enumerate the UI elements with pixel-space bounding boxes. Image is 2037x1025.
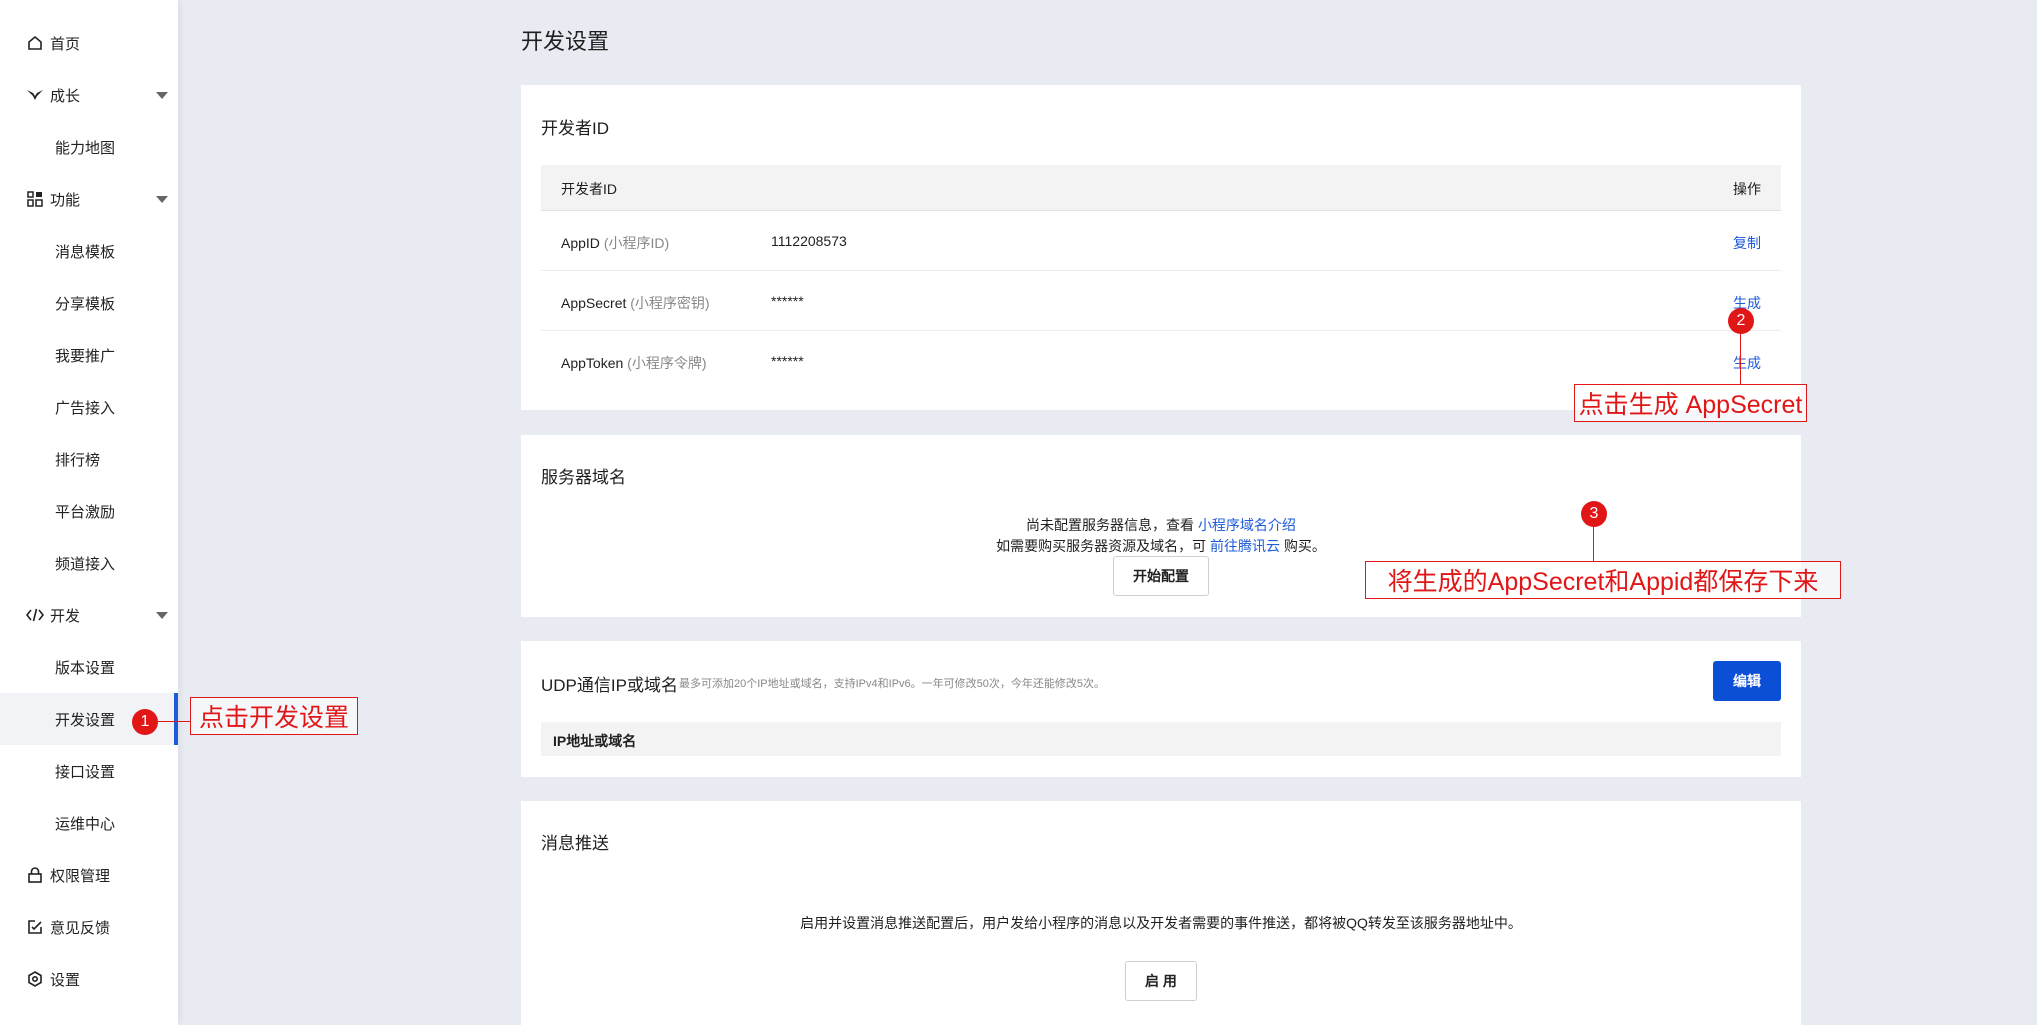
card-title: 消息推送: [541, 834, 609, 853]
sidebar-item-version-settings[interactable]: 版本设置: [0, 641, 178, 693]
column-header: 操作: [1733, 181, 1761, 197]
sidebar-item-label: 开发设置: [55, 711, 116, 729]
sidebar-item-label: 意见反馈: [50, 919, 111, 937]
sidebar-item-promotion[interactable]: 我要推广: [0, 329, 178, 381]
annotation-label: 将生成的AppSecret和Appid都保存下来: [1365, 561, 1841, 599]
row-value: ******: [771, 353, 804, 369]
code-icon: [26, 606, 44, 624]
tencent-cloud-link[interactable]: 前往腾讯云: [1210, 538, 1280, 554]
row-value: 1112208573: [771, 233, 847, 249]
annotation-line: [1740, 334, 1741, 384]
push-description: 启用并设置消息推送配置后，用户发给小程序的消息以及开发者需要的事件推送，都将被Q…: [800, 915, 1522, 931]
copy-button[interactable]: 复制: [1733, 233, 1761, 253]
sidebar-item-settings[interactable]: 设置: [0, 953, 178, 1005]
sidebar-item-label: 成长: [50, 87, 81, 105]
sidebar-item-features[interactable]: 功能: [0, 173, 178, 225]
chevron-down-icon: [156, 91, 168, 99]
sidebar-item-label: 广告接入: [55, 399, 116, 417]
grid-icon: [26, 190, 44, 208]
sidebar-item-growth[interactable]: 成长: [0, 69, 178, 121]
sidebar-item-feedback[interactable]: 意见反馈: [0, 901, 178, 953]
sidebar-item-channel[interactable]: 频道接入: [0, 537, 178, 589]
sidebar: 首页 成长 能力地图 功能 消息模板 分享模板 我要推广 广告接入 排行榜 平台…: [0, 0, 178, 1025]
row-hint: (小程序令牌): [627, 355, 707, 371]
sidebar-item-label: 能力地图: [55, 139, 116, 157]
developer-id-card: 开发者ID 开发者ID 操作 AppID (小程序ID) 1112208573 …: [521, 85, 1801, 410]
table-row: AppSecret (小程序密钥) ****** 生成: [541, 271, 1781, 331]
sidebar-item-message-template[interactable]: 消息模板: [0, 225, 178, 277]
sidebar-item-label: 设置: [50, 971, 81, 989]
sidebar-item-permissions[interactable]: 权限管理: [0, 849, 178, 901]
sidebar-item-leaderboard[interactable]: 排行榜: [0, 433, 178, 485]
card-title: 开发者ID: [541, 119, 609, 138]
sidebar-item-home[interactable]: 首页: [0, 17, 178, 69]
card-title: UDP通信IP或域名: [541, 676, 678, 695]
annotation-marker: 3: [1581, 501, 1607, 527]
server-purchase-line: 如需要购买服务器资源及域名，可 前往腾讯云 购买。: [996, 538, 1326, 554]
sidebar-item-label: 平台激励: [55, 503, 116, 521]
annotation-marker: 2: [1728, 308, 1754, 334]
table-row: AppToken (小程序令牌) ****** 生成: [541, 331, 1781, 391]
growth-icon: [26, 86, 44, 104]
sidebar-item-label: 分享模板: [55, 295, 116, 313]
column-header: 开发者ID: [561, 181, 617, 197]
udp-card: UDP通信IP或域名 最多可添加20个IP地址或域名，支持IPv4和IPv6。一…: [521, 641, 1801, 777]
sidebar-item-label: 我要推广: [55, 347, 116, 365]
row-value: ******: [771, 293, 804, 309]
udp-note: 最多可添加20个IP地址或域名，支持IPv4和IPv6。一年可修改50次，今年还…: [679, 678, 1106, 690]
annotation-label: 点击开发设置: [190, 697, 358, 735]
column-header: IP地址或域名: [553, 733, 637, 749]
sidebar-item-label: 功能: [50, 191, 81, 209]
row-name: AppID: [561, 235, 600, 251]
sidebar-item-api-settings[interactable]: 接口设置: [0, 745, 178, 797]
annotation-line: [1593, 527, 1594, 561]
server-info-line: 尚未配置服务器信息，查看 小程序域名介绍: [1026, 517, 1296, 533]
sidebar-item-share-template[interactable]: 分享模板: [0, 277, 178, 329]
sidebar-item-label: 权限管理: [50, 867, 111, 885]
card-title: 服务器域名: [541, 468, 626, 487]
sidebar-item-label: 开发: [50, 607, 81, 625]
domain-intro-link[interactable]: 小程序域名介绍: [1198, 517, 1296, 533]
sidebar-item-label: 排行榜: [55, 451, 101, 469]
generate-token-button[interactable]: 生成: [1733, 353, 1761, 373]
sidebar-item-label: 版本设置: [55, 659, 116, 677]
row-hint: (小程序密钥): [630, 295, 710, 311]
edit-button[interactable]: 编辑: [1713, 661, 1781, 701]
sidebar-item-label: 首页: [50, 35, 81, 53]
lock-icon: [26, 866, 44, 884]
annotation-label: 点击生成 AppSecret: [1574, 384, 1807, 422]
sidebar-item-ads[interactable]: 广告接入: [0, 381, 178, 433]
settings-icon: [26, 970, 44, 988]
annotation-marker: 1: [132, 709, 158, 735]
table-row: AppID (小程序ID) 1112208573 复制: [541, 211, 1781, 271]
sidebar-item-label: 接口设置: [55, 763, 116, 781]
page-title: 开发设置: [521, 29, 610, 54]
message-push-card: 消息推送 启用并设置消息推送配置后，用户发给小程序的消息以及开发者需要的事件推送…: [521, 801, 1801, 1025]
home-icon: [26, 34, 44, 52]
sidebar-item-ops-center[interactable]: 运维中心: [0, 797, 178, 849]
table-header: 开发者ID 操作: [541, 165, 1781, 211]
annotation-line: [158, 721, 190, 722]
sidebar-item-label: 消息模板: [55, 243, 116, 261]
sidebar-item-incentive[interactable]: 平台激励: [0, 485, 178, 537]
table-header: IP地址或域名: [541, 722, 1781, 756]
enable-button[interactable]: 启 用: [1125, 961, 1197, 1001]
sidebar-item-label: 频道接入: [55, 555, 116, 573]
row-hint: (小程序ID): [603, 235, 670, 251]
chevron-down-icon: [156, 195, 168, 203]
sidebar-item-develop[interactable]: 开发: [0, 589, 178, 641]
row-name: AppSecret: [561, 295, 627, 311]
start-config-button[interactable]: 开始配置: [1113, 556, 1209, 596]
sidebar-item-capability-map[interactable]: 能力地图: [0, 121, 178, 173]
sidebar-item-label: 运维中心: [55, 815, 116, 833]
feedback-icon: [26, 918, 44, 936]
row-name: AppToken: [561, 355, 624, 371]
chevron-down-icon: [156, 611, 168, 619]
